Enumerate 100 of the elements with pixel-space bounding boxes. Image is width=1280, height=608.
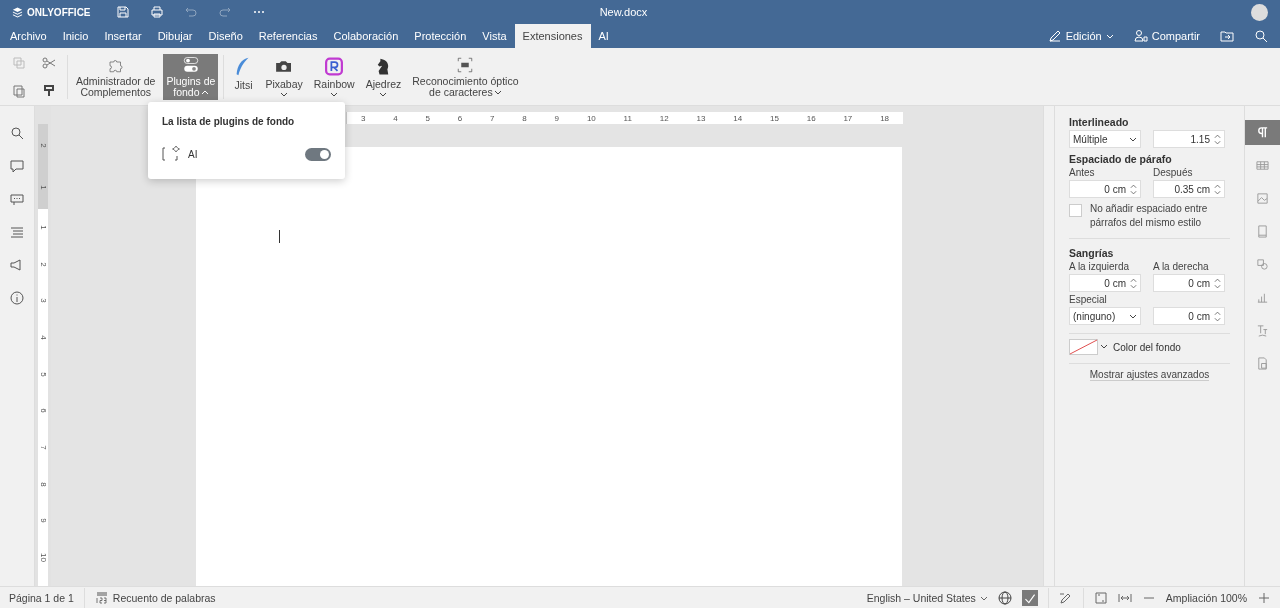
indent-left-field[interactable]: 0 cm	[1069, 274, 1141, 292]
spin-arrows-icon[interactable]	[1214, 132, 1221, 146]
field-label: Especial	[1069, 294, 1108, 305]
indent-right-field[interactable]: 0 cm	[1153, 274, 1225, 292]
headings-icon[interactable]	[10, 225, 24, 239]
plugin-button[interactable]: Administrador de Complementos	[73, 53, 159, 100]
users-icon	[1133, 29, 1148, 43]
menu-tab[interactable]: Referencias	[250, 24, 326, 48]
ruler-number: 1	[38, 225, 48, 230]
plugin-name: AI	[188, 148, 199, 160]
track-changes-icon[interactable]	[1058, 590, 1073, 605]
menu-tab[interactable]: Diseño	[200, 24, 251, 48]
checkbox[interactable]	[1069, 204, 1082, 217]
copy-icon[interactable]	[12, 55, 26, 70]
user-avatar[interactable]	[1251, 3, 1268, 21]
ruler-number: 9	[554, 113, 560, 123]
plugin-button[interactable]: Reconocimiento óptico de caracteres	[409, 53, 522, 100]
pencil-icon	[1047, 29, 1062, 43]
document-title: New.docx	[598, 6, 649, 18]
megaphone-icon[interactable]	[10, 258, 24, 272]
field-label: A la derecha	[1153, 261, 1210, 272]
edit-mode-button[interactable]: Edición	[1047, 29, 1114, 43]
ruler-number: 8	[522, 113, 527, 123]
folder-icon[interactable]	[1220, 29, 1234, 43]
plugin-button[interactable]: Plugins de fondo	[163, 53, 219, 100]
spacing-after-field[interactable]: 0.35 cm	[1153, 180, 1225, 198]
word-count-button[interactable]: Recuento de palabras	[94, 590, 216, 605]
menu-tab[interactable]: Dibujar	[149, 24, 201, 48]
menu-tab[interactable]: Insertar	[96, 24, 150, 48]
caret-icon	[1129, 312, 1137, 320]
field-label: A la izquierda	[1069, 261, 1131, 272]
format-painter-icon[interactable]	[42, 83, 56, 98]
menu-tab[interactable]: Archivo	[2, 24, 55, 48]
ruler-number: 1	[38, 185, 48, 190]
zoom-in-icon[interactable]	[1257, 590, 1271, 605]
language-button[interactable]: English – United States	[866, 591, 988, 604]
spin-arrows-icon[interactable]	[1130, 182, 1137, 196]
ruler-number: 15	[769, 113, 779, 123]
chart-icon	[1256, 291, 1269, 304]
popup-title: La lista de plugins de fondo	[162, 116, 296, 127]
spellcheck-icon[interactable]	[1021, 589, 1038, 606]
globe-icon[interactable]	[997, 590, 1012, 605]
paste-icon[interactable]	[12, 83, 26, 98]
spin-arrows-icon[interactable]	[1214, 182, 1221, 196]
special-indent-dropdown[interactable]: (ninguno)	[1069, 307, 1141, 325]
caret-icon	[1105, 32, 1114, 40]
ruler-number: 7	[38, 445, 48, 450]
chat-icon[interactable]	[10, 192, 24, 206]
menu-tab[interactable]: Colaboración	[325, 24, 407, 48]
app-logo: ONLYOFFICE	[12, 6, 116, 18]
section-title: Sangrías	[1069, 247, 1115, 259]
color-picker[interactable]	[1069, 339, 1109, 355]
search-icon[interactable]	[10, 126, 24, 140]
text-art-icon	[1256, 324, 1269, 337]
table-icon	[1256, 159, 1269, 172]
spin-arrows-icon[interactable]	[1214, 276, 1221, 290]
ruler-number: 13	[696, 113, 706, 123]
checkbox-label: No añadir espaciado entre párrafos del mismo estilo	[1090, 202, 1209, 230]
ruler-number: 4	[38, 335, 48, 340]
info-icon[interactable]	[10, 291, 24, 305]
paragraph-icon	[1256, 126, 1269, 139]
spacing-before-field[interactable]: 0 cm	[1069, 180, 1141, 198]
zoom-level: Ampliación 100%	[1165, 591, 1247, 604]
menu-tab[interactable]: Extensiones	[514, 24, 591, 48]
header-footer-icon	[1256, 225, 1269, 238]
fit-page-icon[interactable]	[1093, 590, 1108, 605]
plugin-button[interactable]: Pixabay	[262, 53, 306, 100]
shape-icon	[1256, 258, 1269, 271]
line-spacing-dropdown[interactable]: Múltiple	[1069, 130, 1141, 148]
spin-arrows-icon[interactable]	[1130, 276, 1137, 290]
plugin-button[interactable]: Jitsi	[229, 53, 258, 100]
comment-icon[interactable]	[10, 159, 24, 173]
ruler-number: 2	[38, 143, 48, 148]
ruler-number: 9	[38, 518, 48, 524]
toggle-switch[interactable]	[305, 147, 331, 161]
ruler-number: 16	[806, 113, 816, 123]
menu-tab[interactable]: Inicio	[54, 24, 97, 48]
ruler-number: 8	[38, 481, 48, 487]
field-label: Color del fondo	[1113, 341, 1181, 353]
share-button[interactable]: Compartir	[1133, 29, 1200, 43]
spin-arrows-icon[interactable]	[1214, 309, 1221, 323]
menu-tab[interactable]: Vista	[474, 24, 515, 48]
redo-icon[interactable]	[218, 5, 232, 19]
save-icon[interactable]	[116, 5, 130, 19]
sidebar-tab[interactable]	[1245, 120, 1280, 145]
undo-icon[interactable]	[184, 5, 198, 19]
special-indent-field[interactable]: 0 cm	[1153, 307, 1225, 325]
cut-icon[interactable]	[42, 55, 56, 70]
plugin-button[interactable]: Rainbow	[310, 53, 358, 100]
ruler-number: 7	[490, 113, 495, 123]
menu-tab[interactable]: Protección	[406, 24, 475, 48]
line-spacing-field[interactable]: 1.15	[1153, 130, 1225, 148]
advanced-settings-link[interactable]: Mostrar ajustes avanzados	[1089, 369, 1210, 381]
menu-tab[interactable]: AI	[590, 24, 617, 48]
text-cursor	[279, 230, 280, 243]
plugin-button[interactable]: Ajedrez	[362, 53, 405, 100]
ruler-number: 18	[880, 113, 890, 123]
ruler-number: 3	[360, 113, 366, 123]
search-icon[interactable]	[1254, 29, 1268, 43]
print-icon[interactable]	[150, 5, 164, 19]
